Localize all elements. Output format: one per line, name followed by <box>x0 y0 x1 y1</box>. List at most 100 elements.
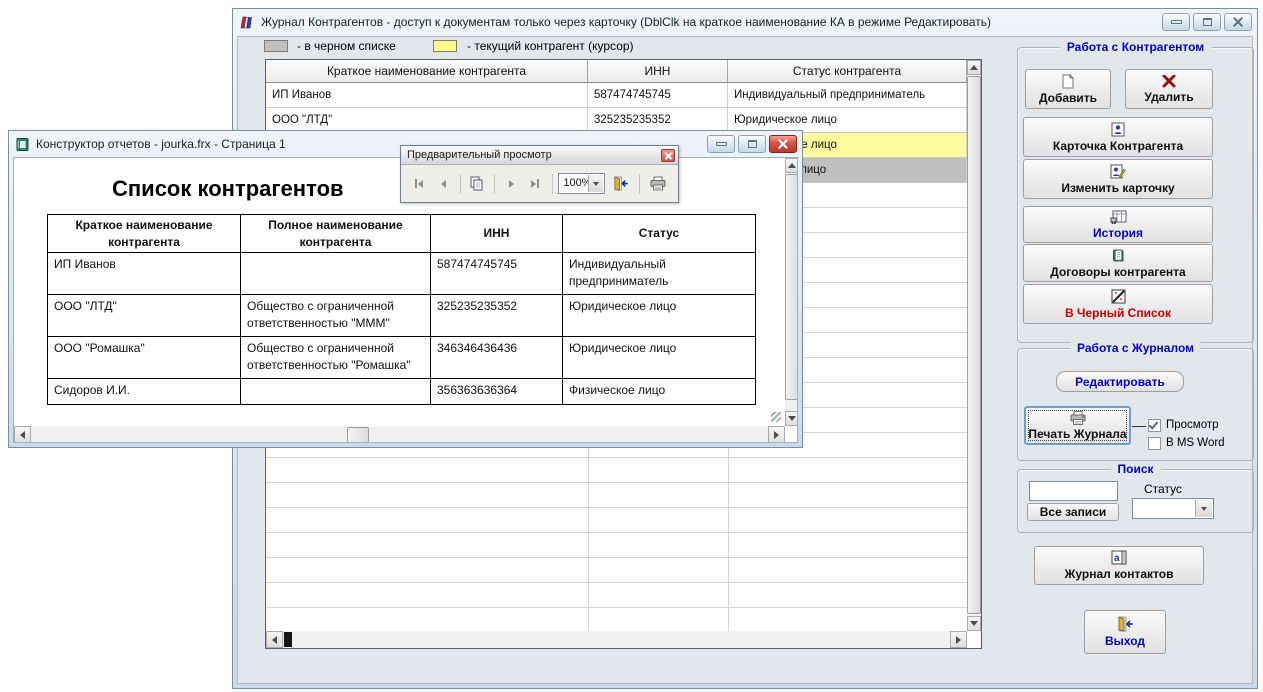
contacts-journal-label: Журнал контактов <box>1065 567 1174 581</box>
report-hscrollbar[interactable] <box>14 426 785 443</box>
blacklist-button[interactable]: В Черный Список <box>1023 284 1213 324</box>
scroll-right-button[interactable] <box>950 631 967 648</box>
report-header-row: Краткое наименование контрагента Полное … <box>48 215 756 253</box>
report-hscroll-thumb[interactable] <box>347 427 369 443</box>
table-row[interactable]: ИП Иванов 587474745745 Индивидуальный пр… <box>266 83 967 108</box>
report-close-button[interactable] <box>769 135 797 153</box>
close-button[interactable] <box>1224 13 1252 31</box>
arrow-down-icon <box>788 416 796 421</box>
scroll-down-button[interactable] <box>967 616 981 631</box>
blacklist-label: В Черный Список <box>1065 306 1171 320</box>
contragent-card-button[interactable]: Карточка Контрагента <box>1023 117 1213 157</box>
last-page-button[interactable] <box>525 172 546 196</box>
edit-journal-button[interactable]: Редактировать <box>1056 371 1184 392</box>
exit-door-icon <box>1116 616 1134 632</box>
arrow-right-icon <box>531 180 536 188</box>
separator <box>494 174 495 194</box>
report-header-cell: ИНН <box>431 215 563 253</box>
preview-titlebar[interactable]: Предварительный просмотр <box>401 146 678 165</box>
report-vscroll-thumb[interactable] <box>785 174 798 400</box>
exit-button[interactable]: Выход <box>1084 610 1166 654</box>
separator <box>552 174 553 194</box>
scroll-up-button[interactable] <box>785 158 798 173</box>
arrow-right-icon <box>509 180 514 188</box>
bar-icon <box>415 179 417 188</box>
prev-page-button[interactable] <box>433 172 454 196</box>
preview-close-button[interactable] <box>661 149 675 162</box>
grid-header-name[interactable]: Краткое наименование контрагента <box>266 60 588 83</box>
pages-button[interactable] <box>467 172 488 196</box>
zoom-dropdown-button[interactable] <box>588 175 603 192</box>
report-cell: ООО "ЛТД" <box>48 295 241 337</box>
all-records-label: Все записи <box>1040 505 1107 519</box>
print-button[interactable] <box>646 172 670 196</box>
scroll-right-button[interactable] <box>768 426 785 443</box>
report-header-cell: Полное наименование контрагента <box>241 215 431 253</box>
journal-title: Журнал Контрагентов - доступ к документа… <box>261 15 991 29</box>
grid-vscroll-thumb[interactable] <box>967 76 981 614</box>
first-page-button[interactable] <box>409 172 430 196</box>
report-cell <box>241 253 431 295</box>
contracts-button[interactable]: Договоры контрагента <box>1023 244 1213 282</box>
delete-button-label: Удалить <box>1144 90 1193 104</box>
preview-checkbox[interactable] <box>1148 419 1161 432</box>
msword-checkbox-label[interactable]: В MS Word <box>1166 437 1225 449</box>
delete-button[interactable]: Удалить <box>1125 69 1213 109</box>
preview-title: Предварительный просмотр <box>407 149 552 161</box>
scroll-left-button[interactable] <box>14 426 31 443</box>
edit-card-label: Изменить карточку <box>1061 181 1174 195</box>
msword-checkbox[interactable] <box>1148 437 1161 450</box>
report-cell: Юридическое лицо <box>563 295 756 337</box>
grid-hscroll-thumb[interactable] <box>284 632 292 647</box>
report-heading: Список контрагентов <box>112 176 344 202</box>
grid-header-inn[interactable]: ИНН <box>588 60 728 83</box>
report-row: ООО "ЛТД" Общество с ограниченной ответс… <box>48 295 756 337</box>
report-cell: Индивидуальный предприниматель <box>563 253 756 295</box>
dropdown-button[interactable] <box>1195 500 1212 517</box>
scroll-left-button[interactable] <box>266 631 283 648</box>
arrow-right-icon <box>956 636 961 644</box>
journal-titlebar[interactable]: Журнал Контрагентов - доступ к документа… <box>233 9 1257 35</box>
grid-header-status[interactable]: Статус контрагента <box>728 60 967 83</box>
search-input[interactable] <box>1029 481 1118 501</box>
contacts-journal-button[interactable]: a Журнал контактов <box>1034 546 1204 585</box>
report-maximize-button[interactable] <box>738 135 766 153</box>
add-button[interactable]: Добавить <box>1025 69 1111 109</box>
preview-checkbox-label[interactable]: Просмотр <box>1166 419 1219 431</box>
blacklist-icon <box>1111 289 1126 304</box>
report-row: ИП Иванов 587474745745 Индивидуальный пр… <box>48 253 756 295</box>
scroll-up-button[interactable] <box>967 60 981 75</box>
all-records-button[interactable]: Все записи <box>1027 503 1119 521</box>
bar-icon <box>537 179 539 188</box>
journal-group-label: Работа с Журналом <box>1070 341 1201 355</box>
close-preview-button[interactable] <box>608 172 632 196</box>
printer-icon <box>649 176 667 191</box>
report-header-cell: Статус <box>563 215 756 253</box>
maximize-button[interactable] <box>1193 13 1221 31</box>
arrow-left-icon <box>272 636 277 644</box>
resize-grip[interactable] <box>771 412 781 422</box>
edit-journal-label: Редактировать <box>1075 375 1165 389</box>
scroll-down-button[interactable] <box>785 411 798 426</box>
status-label: Статус <box>1144 482 1182 496</box>
delete-x-icon <box>1162 75 1176 88</box>
minimize-button[interactable] <box>1162 13 1190 31</box>
report-minimize-button[interactable] <box>707 135 735 153</box>
search-group-label: Поиск <box>1110 462 1160 476</box>
history-button[interactable]: История <box>1023 206 1213 243</box>
arrow-left-icon <box>418 180 423 188</box>
cell-inn: 587474745745 <box>588 83 728 108</box>
report-cell <box>241 379 431 405</box>
arrow-right-icon <box>774 431 779 439</box>
maximize-icon <box>1203 18 1212 26</box>
exit-label: Выход <box>1105 634 1145 648</box>
print-journal-button[interactable]: Печать Журнала <box>1024 406 1131 445</box>
grid-hscrollbar[interactable] <box>266 631 967 648</box>
edit-card-button[interactable]: Изменить карточку <box>1023 159 1213 199</box>
close-icon <box>1233 17 1243 27</box>
status-dropdown[interactable] <box>1132 498 1214 519</box>
zoom-combo[interactable]: 100% <box>558 173 605 194</box>
report-header-cell: Краткое наименование контрагента <box>48 215 241 253</box>
separator <box>460 174 461 194</box>
next-page-button[interactable] <box>501 172 522 196</box>
